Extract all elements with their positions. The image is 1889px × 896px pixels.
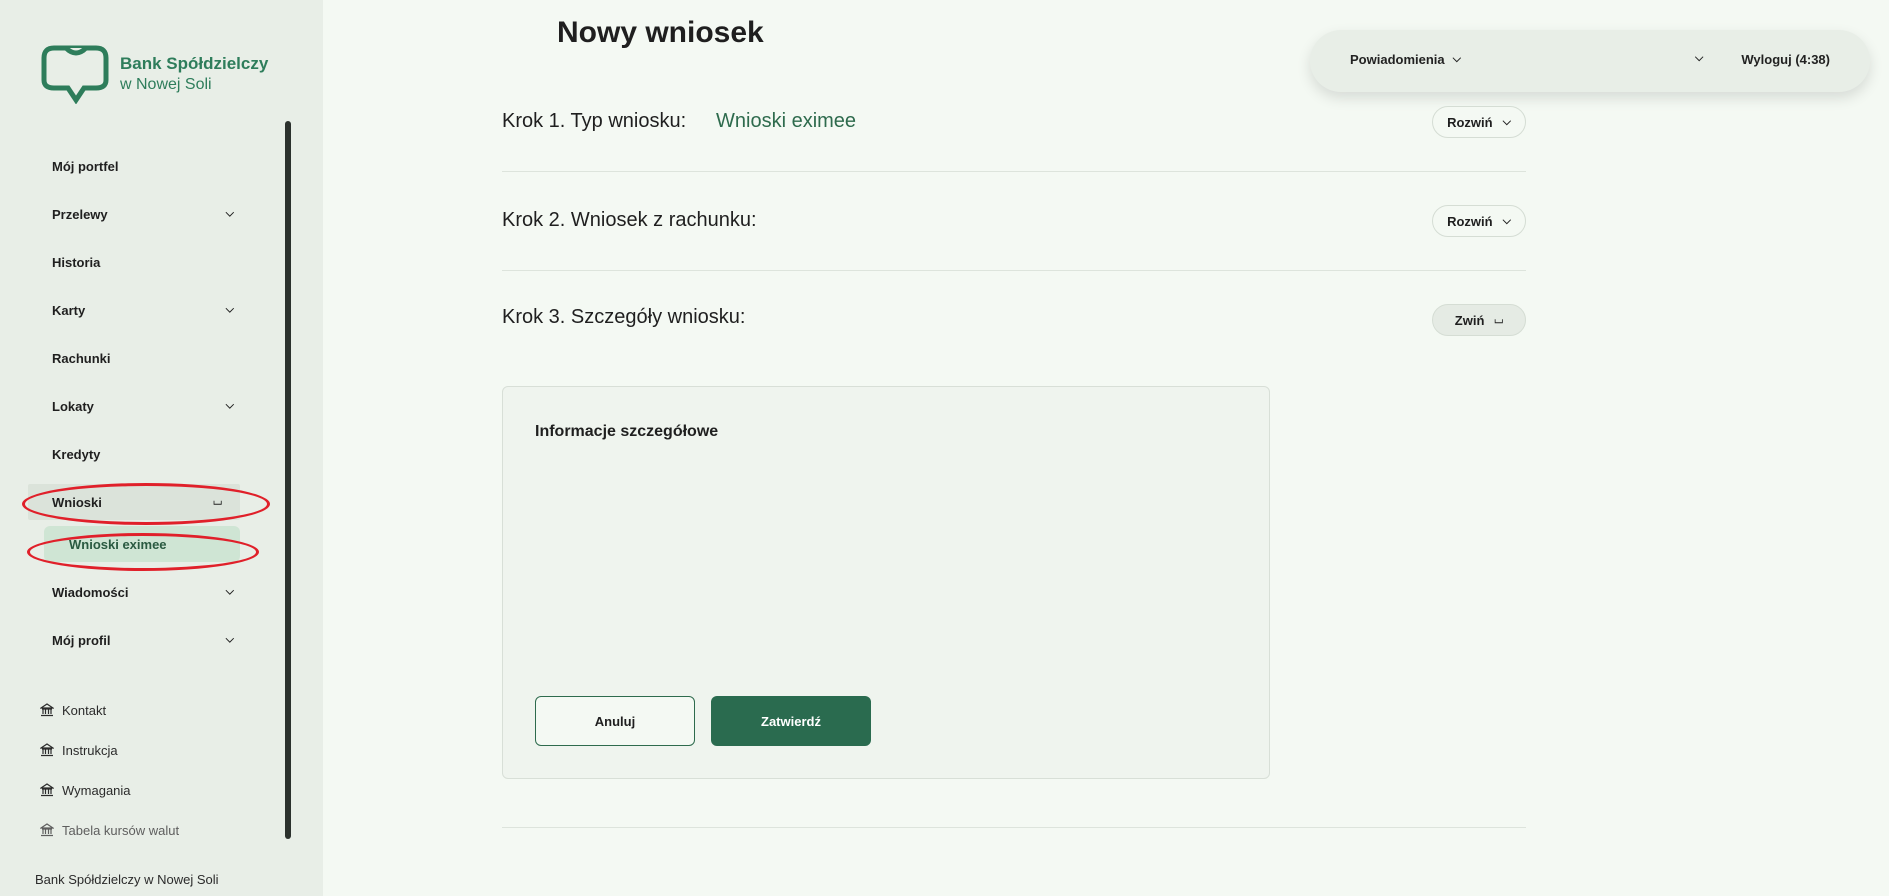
chevron-down-icon: ⌵ [1502, 115, 1511, 128]
step-3-collapse-button[interactable]: Zwiń ⌴ [1432, 304, 1526, 336]
sidebar-subitem-label: Wnioski eximee [69, 536, 167, 552]
bank-icon [40, 743, 54, 757]
bank-name-line1: Bank Spółdzielczy [120, 54, 269, 73]
chevron-down-icon: ⌵ [225, 207, 234, 220]
step-divider [502, 270, 1526, 271]
bottom-divider [502, 827, 1526, 828]
cancel-button[interactable]: Anuluj [535, 696, 695, 746]
bank-logo[interactable]: Bank Spółdzielczy w Nowej Soli [40, 44, 268, 104]
link-label: Instrukcja [62, 742, 118, 758]
logout-button[interactable]: Wyloguj (4:38) [1741, 52, 1830, 67]
step-3-label: Krok 3. Szczegóły wniosku: [502, 306, 746, 328]
step-1-value: Wnioski eximee [716, 110, 857, 132]
chevron-up-icon: ⌴ [1494, 313, 1504, 326]
sidebar-scrollbar[interactable] [285, 121, 291, 839]
expand-label: Rozwiń [1447, 213, 1493, 229]
sidebar: Bank Spółdzielczy w Nowej Soli Mój portf… [0, 0, 323, 896]
link-instrukcja[interactable]: Instrukcja [40, 730, 179, 770]
notifications-label: Powiadomienia [1350, 52, 1445, 67]
sidebar-item-label: Wnioski [52, 494, 102, 510]
link-label: Kontakt [62, 702, 107, 718]
chevron-down-icon: ⌵ [225, 633, 234, 646]
details-panel: Informacje szczegółowe Anuluj Zatwierdź [502, 386, 1270, 779]
bank-name-line2: w Nowej Soli [120, 76, 212, 93]
step-1: Krok 1. Typ wniosku: Wnioski eximee Rozw… [502, 104, 1526, 140]
sidebar-item-label: Mój portfel [52, 158, 119, 174]
sidebar-item-moj-portfel[interactable]: Mój portfel [0, 142, 280, 190]
step-1-label: Krok 1. Typ wniosku: [502, 110, 687, 132]
chevron-down-icon: ⌵ [225, 585, 234, 598]
sidebar-item-lokaty[interactable]: Lokaty ⌵ [0, 382, 280, 430]
sidebar-item-label: Rachunki [52, 350, 111, 366]
step-divider [502, 171, 1526, 172]
topbar: Powiadomienia ⌵ ⌵ Wyloguj (4:38) [1310, 30, 1870, 92]
sidebar-item-label: Mój profil [52, 632, 111, 648]
sidebar-item-karty[interactable]: Karty ⌵ [0, 286, 280, 334]
sidebar-item-moj-profil[interactable]: Mój profil ⌵ [0, 616, 280, 664]
link-label: Wymagania [62, 782, 131, 798]
step-2: Krok 2. Wniosek z rachunku: Rozwiń ⌵ [502, 203, 1526, 239]
step-2-label: Krok 2. Wniosek z rachunku: [502, 209, 757, 231]
step-2-expand-button[interactable]: Rozwiń ⌵ [1432, 205, 1526, 237]
chevron-up-icon: ⌴ [213, 495, 222, 508]
sidebar-item-wnioski[interactable]: Wnioski ⌴ [28, 484, 240, 520]
bank-icon [40, 783, 54, 797]
sidebar-item-label: Karty [52, 302, 86, 318]
link-kontakt[interactable]: Kontakt [40, 690, 179, 730]
footer-bank-name: Bank Spółdzielczy w Nowej Soli [35, 872, 219, 887]
link-label: Tabela kursów walut [62, 822, 180, 838]
sidebar-item-label: Przelewy [52, 206, 108, 222]
sidebar-item-kredyty[interactable]: Kredyty [0, 430, 280, 478]
sidebar-item-label: Wiadomości [52, 584, 129, 600]
link-wymagania[interactable]: Wymagania [40, 770, 179, 810]
confirm-button[interactable]: Zatwierdź [711, 696, 871, 746]
sidebar-nav: Mój portfel Przelewy ⌵ Historia Karty ⌵ … [0, 142, 280, 664]
expand-label: Rozwiń [1447, 114, 1493, 130]
chevron-down-icon[interactable]: ⌵ [1695, 52, 1703, 65]
step-1-expand-button[interactable]: Rozwiń ⌵ [1432, 106, 1526, 138]
sidebar-item-przelewy[interactable]: Przelewy ⌵ [0, 190, 280, 238]
sidebar-item-label: Kredyty [52, 446, 101, 462]
chevron-down-icon: ⌵ [1502, 214, 1511, 227]
details-heading: Informacje szczegółowe [535, 423, 719, 440]
collapse-label: Zwiń [1454, 312, 1485, 328]
sidebar-item-wiadomosci[interactable]: Wiadomości ⌵ [0, 568, 280, 616]
chevron-down-icon: ⌵ [225, 303, 234, 316]
sidebar-links: Kontakt Instrukcja Wymagania Tabela kurs… [40, 690, 179, 850]
sidebar-item-label: Historia [52, 254, 101, 270]
sidebar-item-label: Lokaty [52, 398, 94, 414]
notifications-dropdown[interactable]: Powiadomienia ⌵ [1350, 52, 1461, 67]
chevron-down-icon: ⌵ [1452, 53, 1461, 65]
bank-logo-icon [41, 45, 109, 104]
bank-icon [40, 703, 54, 717]
bank-icon [40, 823, 54, 837]
chevron-down-icon: ⌵ [225, 399, 234, 412]
sidebar-item-historia[interactable]: Historia [0, 238, 280, 286]
sidebar-item-rachunki[interactable]: Rachunki [0, 334, 280, 382]
sidebar-subitem-wnioski-eximee[interactable]: Wnioski eximee [44, 526, 240, 562]
page-title: Nowy wniosek [557, 16, 764, 49]
link-tabela-kursow[interactable]: Tabela kursów walut [40, 810, 179, 850]
step-3: Krok 3. Szczegóły wniosku: Zwiń ⌴ [502, 302, 1526, 338]
